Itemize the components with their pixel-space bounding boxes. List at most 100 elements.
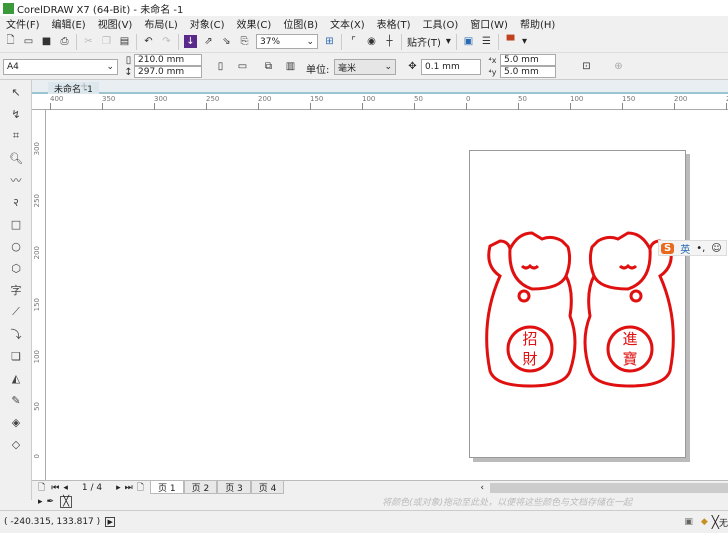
- menu-text[interactable]: 文本(X): [324, 16, 371, 31]
- nudge-distance-input[interactable]: 0.1 mm: [421, 59, 481, 75]
- first-page-icon[interactable]: ⏮: [51, 483, 59, 493]
- document-palette: ▸ ✒ ╳ 将颜色(或对象)拖动至此处，以便将这些颜色与文档存储在一起: [32, 494, 728, 509]
- grid-icon[interactable]: ◉: [365, 35, 378, 48]
- portrait-icon[interactable]: ▯: [214, 60, 227, 73]
- ruler-label: 0: [33, 454, 41, 459]
- export-icon-2[interactable]: ⇘: [220, 35, 233, 48]
- new-tab-plus-icon[interactable]: +: [80, 81, 88, 92]
- units-select[interactable]: 毫米 ⌄: [334, 59, 396, 75]
- last-page-icon[interactable]: ⏭: [125, 483, 133, 493]
- open-icon[interactable]: ▭: [22, 35, 35, 48]
- ellipse-tool-icon[interactable]: ○: [4, 237, 28, 255]
- menu-tools[interactable]: 工具(O): [417, 16, 465, 31]
- drop-shadow-tool-icon[interactable]: ❏: [4, 347, 28, 365]
- ime-toolbar[interactable]: S 英 •, ☺: [658, 240, 727, 256]
- landscape-icon[interactable]: ▭: [236, 60, 249, 73]
- menu-object[interactable]: 对象(C): [184, 16, 231, 31]
- transparency-tool-icon[interactable]: ◭: [4, 369, 28, 387]
- page-counter: 1 / 4: [81, 482, 103, 493]
- polygon-tool-icon[interactable]: ⬡: [4, 259, 28, 277]
- shape-tool-icon[interactable]: ↯: [4, 105, 28, 123]
- eyedropper-tool-icon[interactable]: ✎: [4, 391, 28, 409]
- new-icon[interactable]: 🗋: [4, 35, 17, 48]
- color-proof-icon[interactable]: ▣: [684, 517, 693, 527]
- ime-punctuation[interactable]: •,: [696, 243, 705, 254]
- ruler-label: 400: [50, 95, 64, 103]
- ruler-tick: [310, 103, 311, 110]
- application-launcher-icon[interactable]: ▀: [504, 35, 517, 48]
- play-icon[interactable]: ▶: [105, 517, 116, 527]
- pick-tool-icon[interactable]: ↖: [4, 83, 28, 101]
- cat-text: 財: [522, 350, 537, 368]
- page-height-input[interactable]: 297.0 mm: [134, 66, 202, 78]
- eyedropper-icon[interactable]: ✒: [47, 497, 55, 507]
- page-tab-3[interactable]: 页 3: [217, 481, 251, 494]
- vertical-ruler[interactable]: 300 250 200 150 100 50 0: [32, 110, 46, 480]
- welcome-screen-icon[interactable]: ▣: [462, 35, 475, 48]
- treat-as-filled-icon[interactable]: ⊡: [580, 60, 593, 73]
- page-tab-2[interactable]: 页 2: [183, 481, 218, 494]
- connector-tool-icon[interactable]: ⤵: [4, 325, 28, 343]
- menu-window[interactable]: 窗口(W): [464, 16, 514, 31]
- next-page-icon[interactable]: ▸: [116, 483, 121, 493]
- document-tab[interactable]: 未命名 -1: [48, 82, 99, 95]
- ruler-tick: [466, 103, 467, 110]
- page[interactable]: 招 財 進 寶: [469, 150, 686, 458]
- publish-pdf-icon[interactable]: ⎘: [238, 35, 251, 48]
- page-size-select[interactable]: A4 ⌄: [3, 59, 118, 75]
- lucky-cats-artwork[interactable]: 招 財 進 寶: [470, 151, 687, 459]
- copy-icon[interactable]: ❐: [100, 35, 113, 48]
- ime-language[interactable]: 英: [680, 241, 690, 256]
- menu-table[interactable]: 表格(T): [371, 16, 417, 31]
- full-screen-icon[interactable]: ⊞: [323, 35, 336, 48]
- artistic-media-icon[interactable]: २: [4, 193, 28, 211]
- current-page-icon[interactable]: ▥: [284, 60, 297, 73]
- emoji-icon[interactable]: ☺: [711, 243, 721, 254]
- crop-tool-icon[interactable]: ⌗: [4, 127, 28, 145]
- scroll-left-icon[interactable]: ‹: [480, 483, 484, 493]
- redo-icon[interactable]: ↷: [160, 35, 173, 48]
- menu-help[interactable]: 帮助(H): [514, 16, 561, 31]
- duplicate-distance-y-input[interactable]: 5.0 mm: [500, 66, 556, 78]
- guidelines-icon[interactable]: ┼: [383, 35, 396, 48]
- palette-menu-icon[interactable]: ▸: [38, 497, 43, 507]
- horizontal-scrollbar[interactable]: [489, 482, 728, 493]
- menu-effects[interactable]: 效果(C): [231, 16, 278, 31]
- menu-edit[interactable]: 编辑(E): [46, 16, 92, 31]
- save-icon[interactable]: ■: [40, 35, 53, 48]
- page-tab-4[interactable]: 页 4: [250, 481, 285, 494]
- menu-file[interactable]: 文件(F): [0, 16, 46, 31]
- menu-view[interactable]: 视图(V): [92, 16, 139, 31]
- ruler-tick: [518, 103, 519, 110]
- add-icon[interactable]: ⊕: [612, 60, 625, 73]
- freehand-tool-icon[interactable]: 〰: [4, 171, 28, 189]
- horizontal-ruler[interactable]: 40035030025020015010050050100150200250: [32, 94, 728, 110]
- zoom-level-select[interactable]: 37% ⌄: [256, 34, 318, 49]
- rectangle-tool-icon[interactable]: □: [4, 215, 28, 233]
- undo-icon[interactable]: ↶: [142, 35, 155, 48]
- page-width-input[interactable]: 210.0 mm: [134, 54, 202, 66]
- dimension-tool-icon[interactable]: ⟋: [4, 303, 28, 321]
- options-icon[interactable]: ☰: [480, 35, 493, 48]
- rulers-icon[interactable]: ⌜: [347, 35, 360, 48]
- all-pages-icon[interactable]: ⧉: [262, 60, 275, 73]
- prev-page-icon[interactable]: ◂: [63, 483, 68, 493]
- smart-fill-icon[interactable]: ◇: [4, 435, 28, 453]
- import-icon[interactable]: ↓: [184, 35, 197, 48]
- page-navigator: 🗋 ⏮ ◂ 1 / 4 ▸ ⏭ 🗋 页 1 页 2 页 3 页 4 ‹: [32, 480, 728, 494]
- menu-layout[interactable]: 布局(L): [138, 16, 183, 31]
- cut-icon[interactable]: ✂: [82, 35, 95, 48]
- print-icon[interactable]: ⎙: [58, 35, 71, 48]
- paste-icon[interactable]: ▤: [118, 35, 131, 48]
- ruler-tick: [726, 103, 727, 110]
- zoom-tool-icon[interactable]: 🔍︎: [4, 149, 28, 167]
- text-tool-icon[interactable]: 字: [4, 281, 28, 299]
- page-tab-1[interactable]: 页 1: [150, 481, 184, 494]
- export-icon[interactable]: ⇗: [202, 35, 215, 48]
- snap-to-dropdown[interactable]: 贴齐(T): [407, 34, 441, 49]
- duplicate-distance-x-input[interactable]: 5.0 mm: [500, 54, 556, 66]
- menu-bitmaps[interactable]: 位图(B): [277, 16, 324, 31]
- fill-tool-icon[interactable]: ◈: [4, 413, 28, 431]
- no-color-swatch-icon[interactable]: ╳: [60, 495, 73, 508]
- ruler-label: 50: [33, 402, 41, 411]
